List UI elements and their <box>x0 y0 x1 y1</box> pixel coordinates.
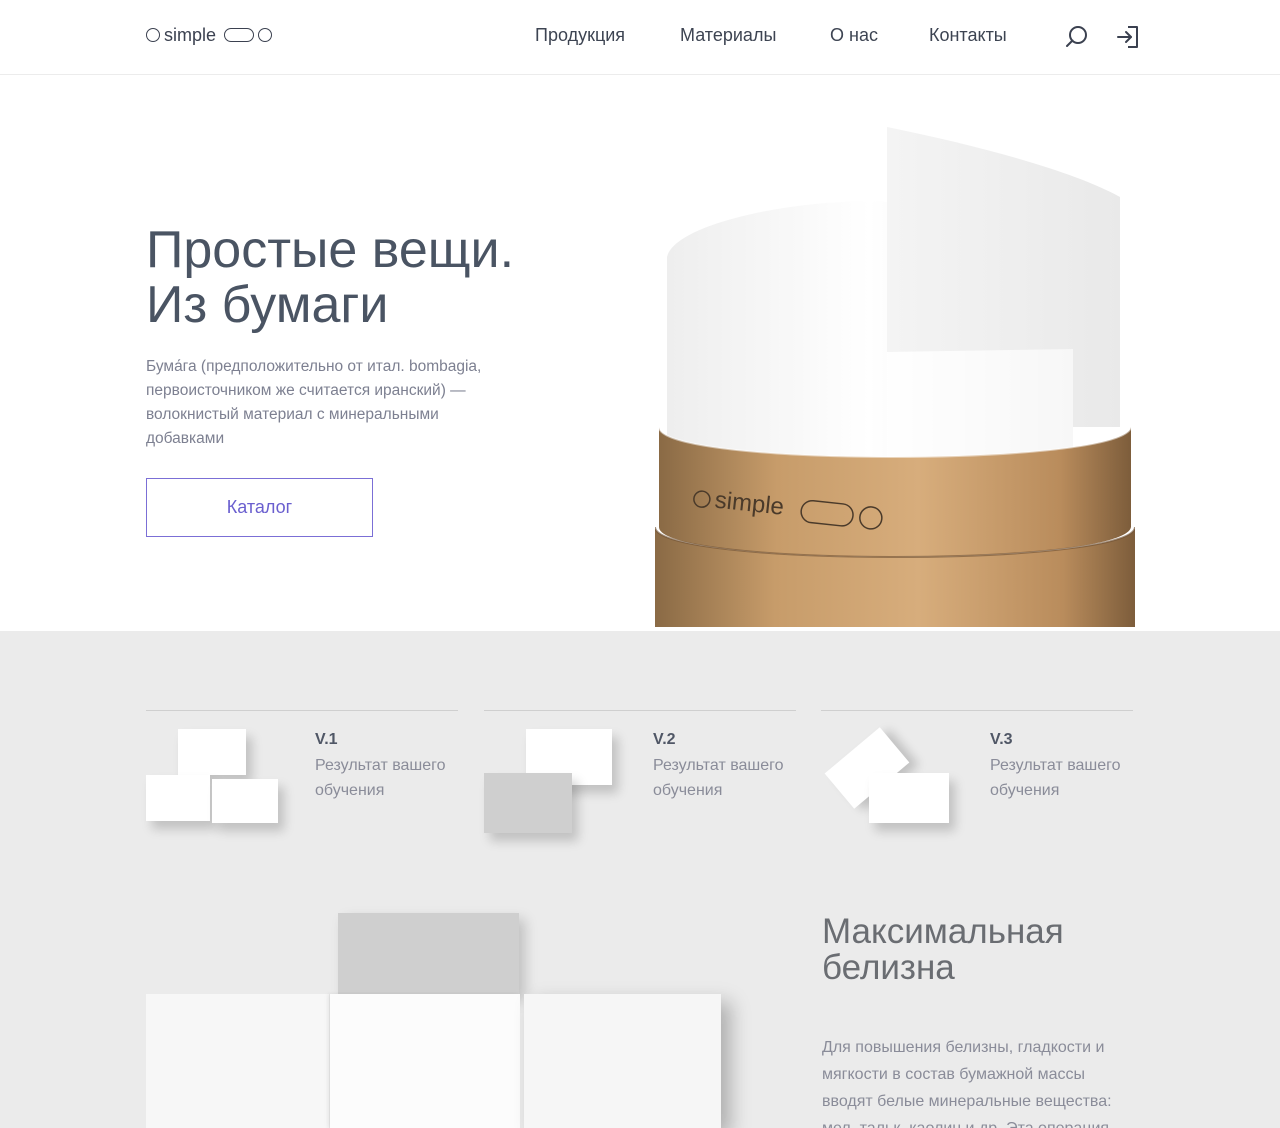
logo-circle-icon <box>146 28 160 42</box>
hero-section: Простые вещи. Из бумаги Бума́га (предпол… <box>0 75 1280 631</box>
search-icon <box>1066 26 1087 47</box>
variant-thumbnail <box>484 725 634 835</box>
variant-description: Результат вашего обучения <box>315 757 446 799</box>
login-button[interactable] <box>1115 24 1141 50</box>
variant-description: Результат вашего обучения <box>990 757 1121 799</box>
nav-item-contacts[interactable]: Контакты <box>929 24 1007 46</box>
variant-title: V.2 <box>653 731 676 748</box>
search-button[interactable] <box>1064 24 1090 50</box>
paper-tube-image: simple <box>655 127 1135 627</box>
variant-card[interactable]: V.2 Результат вашего обучения <box>484 710 796 840</box>
variant-card[interactable]: V.1 Результат вашего обучения <box>146 710 458 840</box>
logo-pill-icon <box>224 28 255 42</box>
logo-circle-icon <box>258 28 273 42</box>
section-title-line2: белизна <box>822 948 955 987</box>
folder-mockup-image <box>146 910 796 1128</box>
hero-title-line1: Простые вещи. <box>146 221 515 279</box>
variant-thumbnail <box>821 725 971 835</box>
variant-card[interactable]: V.3 Результат вашего обучения <box>821 710 1133 840</box>
section-title: Максимальная белизна <box>822 914 1064 986</box>
section-title-line1: Максимальная <box>822 912 1064 951</box>
variant-thumbnail <box>146 725 296 835</box>
logo[interactable]: simple <box>146 24 273 46</box>
variant-description: Результат вашего обучения <box>653 757 784 799</box>
nav-item-products[interactable]: Продукция <box>535 24 625 46</box>
features-section: V.1 Результат вашего обучения V.2 Резуль… <box>0 631 1280 1128</box>
login-icon <box>1117 26 1138 48</box>
nav-item-materials[interactable]: Материалы <box>680 24 776 46</box>
nav-item-about[interactable]: О нас <box>830 24 878 46</box>
hero-title-line2: Из бумаги <box>146 276 389 334</box>
site-header: simple Продукция Материалы О нас Контакт… <box>0 0 1280 75</box>
section-description: Для повышения белизны, гладкости и мягко… <box>822 1039 1112 1128</box>
catalog-button[interactable]: Каталог <box>146 478 373 537</box>
variant-title: V.3 <box>990 731 1013 748</box>
logo-text: simple <box>164 24 217 45</box>
variant-title: V.1 <box>315 731 338 748</box>
hero-title: Простые вещи. Из бумаги <box>146 223 514 333</box>
hero-description: Бума́га (предположительно от итал. bomba… <box>146 358 482 447</box>
